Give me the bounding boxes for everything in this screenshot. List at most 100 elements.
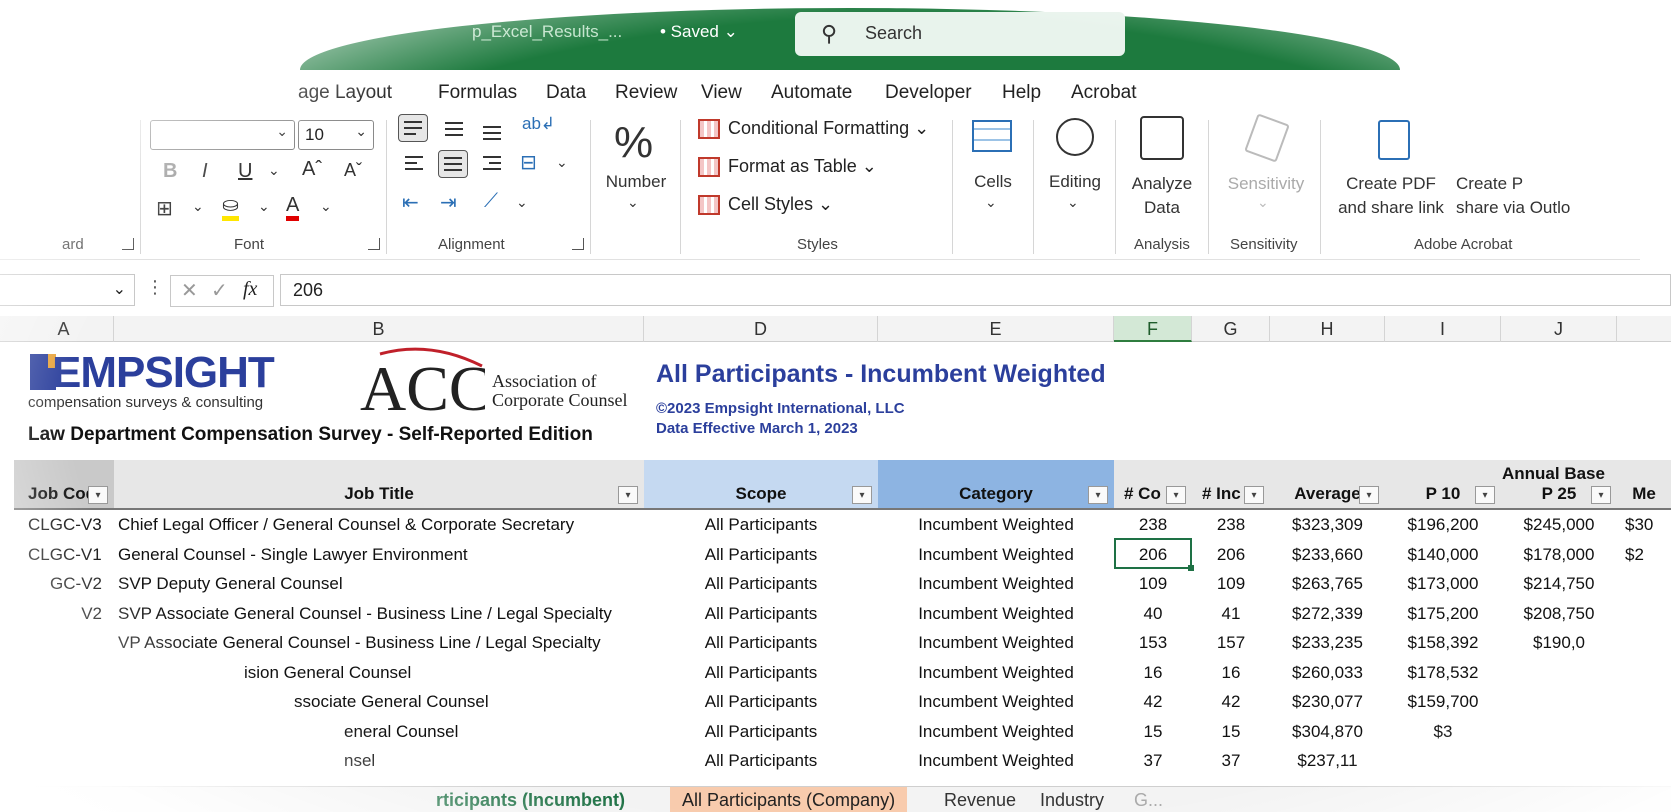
name-box[interactable]: ⌄ [0,274,135,306]
chevron-down-icon[interactable]: ⌄ [192,198,204,215]
cell-average[interactable]: $233,235 [1270,628,1385,658]
orientation-icon[interactable]: ⟋ [484,190,498,213]
chevron-down-icon[interactable]: ⌄ [556,154,568,171]
tab-view[interactable]: View [701,82,742,104]
bold-icon[interactable]: B [163,160,177,183]
cell-p10[interactable]: $158,392 [1385,628,1501,658]
cell-num-incumbents[interactable]: 16 [1192,658,1270,688]
font-color-icon[interactable]: A [286,194,300,221]
cell-job-code[interactable]: CLGC-V3 [14,510,114,540]
align-center-icon[interactable] [438,150,468,178]
cell-num-incumbents[interactable]: 109 [1192,569,1270,599]
sheet-tab-incumbent[interactable]: rticipants (Incumbent) [424,787,637,812]
cell-p25[interactable] [1501,687,1617,717]
cell-num-incumbents[interactable]: 238 [1192,510,1270,540]
cell-p25[interactable]: $214,750 [1501,569,1617,599]
column-header-h[interactable]: H [1270,316,1385,342]
column-header-f[interactable]: F [1114,316,1192,342]
cell-category[interactable]: Incumbent Weighted [878,628,1114,658]
cell-p25[interactable]: $190,0 [1501,628,1617,658]
cell-num-companies[interactable]: 109 [1114,569,1192,599]
cell-category[interactable]: Incumbent Weighted [878,510,1114,540]
cell-num-incumbents[interactable]: 41 [1192,599,1270,629]
cell-p25[interactable]: $208,750 [1501,599,1617,629]
formula-input[interactable]: 206 [280,274,1671,306]
cell-p10[interactable] [1385,746,1501,776]
cell-p10[interactable]: $178,532 [1385,658,1501,688]
cell-num-companies[interactable]: 238 [1114,510,1192,540]
decrease-font-icon[interactable]: Aˇ [344,160,362,181]
chevron-down-icon[interactable]: ⌄ [1067,194,1079,211]
cell-average[interactable]: $323,309 [1270,510,1385,540]
cell-p10[interactable]: $173,000 [1385,569,1501,599]
font-launcher-icon[interactable] [368,238,380,250]
cell-scope[interactable]: All Participants [644,746,878,776]
cell-p25[interactable] [1501,717,1617,747]
cell-job-title[interactable]: ssociate General Counsel [114,687,644,717]
tab-automate[interactable]: Automate [771,82,852,104]
cell-p25[interactable] [1501,658,1617,688]
percent-icon[interactable]: % [614,118,653,168]
enter-icon[interactable]: ✓ [211,278,228,303]
align-left-icon[interactable] [400,150,430,178]
cell-scope[interactable]: All Participants [644,628,878,658]
cell-average[interactable]: $263,765 [1270,569,1385,599]
cells-button[interactable]: Cells [962,172,1024,192]
cell-p25[interactable]: $245,000 [1501,510,1617,540]
filter-dropdown-icon[interactable]: ▾ [1591,486,1611,504]
align-top-icon[interactable] [398,114,428,142]
cell-num-incumbents[interactable]: 15 [1192,717,1270,747]
cell-average[interactable]: $272,339 [1270,599,1385,629]
cell-category[interactable]: Incumbent Weighted [878,746,1114,776]
filter-dropdown-icon[interactable]: ▾ [1359,486,1379,504]
cell-median[interactable] [1617,687,1671,717]
align-right-icon[interactable] [478,150,508,178]
cell-p10[interactable]: $3 [1385,717,1501,747]
align-middle-icon[interactable] [440,114,470,142]
cell-num-incumbents[interactable]: 42 [1192,687,1270,717]
italic-icon[interactable]: I [202,160,208,183]
column-header-b[interactable]: B [114,316,644,342]
filter-dropdown-icon[interactable]: ▾ [1166,486,1186,504]
sensitivity-button[interactable]: Sensitivity [1222,174,1310,194]
analyze-data-button[interactable]: Analyze [1126,174,1198,194]
cell-median[interactable] [1617,569,1671,599]
saved-status[interactable]: • Saved ⌄ [660,22,738,42]
cell-average[interactable]: $233,660 [1270,540,1385,570]
cell-job-code[interactable] [14,628,114,658]
cell-num-incumbents[interactable]: 206 [1192,540,1270,570]
cell-num-companies[interactable]: 153 [1114,628,1192,658]
cell-p10[interactable]: $175,200 [1385,599,1501,629]
cell-job-title[interactable]: SVP Deputy General Counsel [114,569,644,599]
filter-dropdown-icon[interactable]: ▾ [852,486,872,504]
cell-scope[interactable]: All Participants [644,510,878,540]
column-header-a[interactable]: A [14,316,114,342]
cell-job-code[interactable] [14,687,114,717]
cell-num-companies[interactable]: 42 [1114,687,1192,717]
cell-p10[interactable]: $140,000 [1385,540,1501,570]
cell-average[interactable]: $230,077 [1270,687,1385,717]
cell-p25[interactable]: $178,000 [1501,540,1617,570]
fill-color-icon[interactable]: ⛀ [222,194,239,221]
column-header-e[interactable]: E [878,316,1114,342]
cell-p10[interactable]: $159,700 [1385,687,1501,717]
cell-num-companies[interactable]: 16 [1114,658,1192,688]
cell-scope[interactable]: All Participants [644,599,878,629]
cell-job-title[interactable]: General Counsel - Single Lawyer Environm… [114,540,644,570]
cell-median[interactable]: $30 [1617,510,1671,540]
clipboard-launcher-icon[interactable] [122,238,134,250]
tab-developer[interactable]: Developer [885,82,972,104]
increase-font-icon[interactable]: Aˆ [302,158,322,181]
editing-button[interactable]: Editing [1040,172,1110,192]
cell-category[interactable]: Incumbent Weighted [878,658,1114,688]
sheet-tab-revenue[interactable]: Revenue [932,787,1028,812]
cell-category[interactable]: Incumbent Weighted [878,687,1114,717]
cancel-icon[interactable]: ✕ [181,278,198,303]
insert-function-icon[interactable]: fx [243,278,257,301]
cell-median[interactable] [1617,658,1671,688]
cell-job-title[interactable]: Chief Legal Officer / General Counsel & … [114,510,644,540]
font-name-combo[interactable]: ⌄ [150,120,295,150]
sheet-tab-more[interactable]: G... [1122,787,1175,812]
more-options-icon[interactable]: ⋮ [146,277,164,298]
filter-dropdown-icon[interactable]: ▾ [1088,486,1108,504]
